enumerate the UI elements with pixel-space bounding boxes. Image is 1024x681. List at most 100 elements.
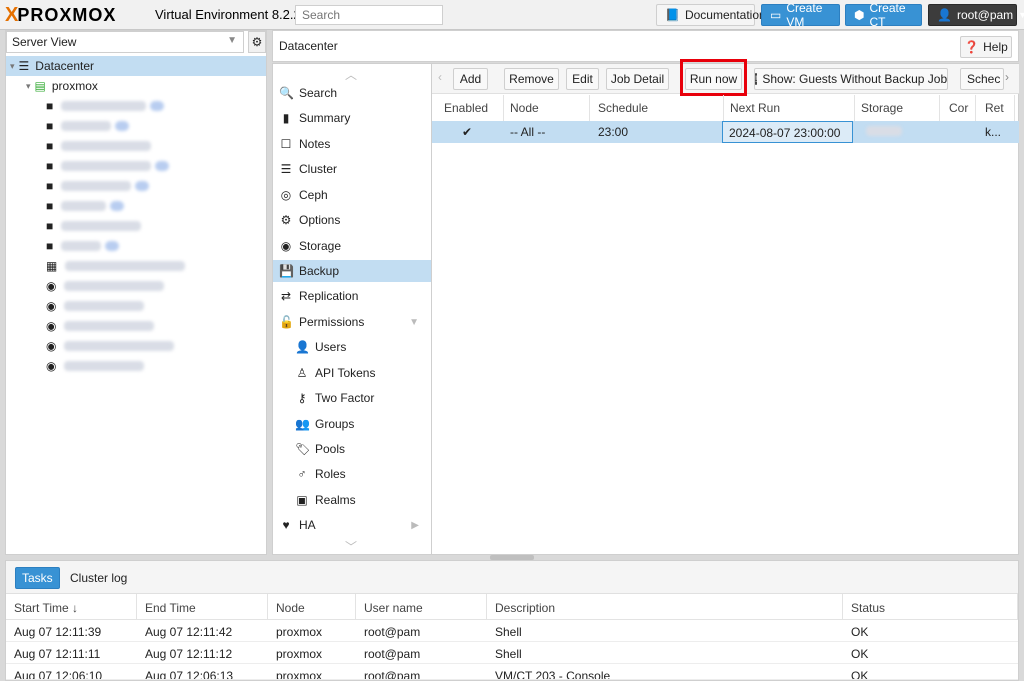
nav-groups[interactable]: 👥 Groups — [273, 413, 431, 435]
heartbeat-icon: ♥ — [282, 518, 290, 532]
nav-cluster[interactable]: ☰ Cluster — [273, 158, 431, 180]
tree-item-vm[interactable]: ■ — [6, 176, 266, 196]
task-row[interactable]: Aug 07 12:11:11 Aug 07 12:11:12 proxmox … — [6, 642, 1018, 664]
show-guests-without-backup-button[interactable]: ! Show: Guests Without Backup Job — [754, 68, 948, 90]
datacenter-nav: ︿ 🔍 Search ▮ Summary ☐ Notes ☰ Cluster ◎ Ceph… — [272, 63, 432, 555]
chevron-up-icon[interactable]: ︿ — [345, 66, 357, 83]
search-input[interactable] — [295, 5, 443, 25]
vm-running-icon: ■ — [46, 179, 54, 193]
help-button[interactable]: ❓ Help — [960, 36, 1012, 58]
vm-running-icon: ■ — [46, 99, 54, 113]
nav-storage[interactable]: ◉ Storage — [273, 235, 431, 257]
tree-item-vm[interactable]: ■ — [6, 216, 266, 236]
nav-api-tokens[interactable]: ♙ API Tokens — [273, 362, 431, 384]
col-start-time[interactable]: Start Time ↓ — [6, 594, 137, 620]
tree-item-vm[interactable]: ■ — [6, 136, 266, 156]
col-schedule[interactable]: Schedule — [592, 95, 724, 121]
tree-item-vm[interactable]: ■ — [6, 196, 266, 216]
vm-running-icon: ■ — [46, 139, 54, 153]
col-next-run[interactable]: Next Run — [724, 95, 855, 121]
remove-button[interactable]: Remove — [504, 68, 559, 90]
tree-item-vm[interactable]: ■ — [6, 236, 266, 256]
database-icon: ◉ — [46, 359, 57, 373]
nav-options[interactable]: ⚙ Options — [273, 209, 431, 231]
tree-item-storage[interactable]: ◉ — [6, 316, 266, 336]
nav-ceph[interactable]: ◎ Ceph — [273, 184, 431, 206]
node-online-icon: ▤ — [34, 79, 46, 93]
cell-next-run: 2024-08-07 23:00:00 — [722, 121, 853, 143]
col-storage[interactable]: Storage — [855, 95, 940, 121]
col-end-time[interactable]: End Time — [137, 594, 268, 620]
collapse-icon: ▾ — [26, 80, 31, 91]
documentation-button[interactable]: 📘 Documentation — [656, 4, 766, 26]
backup-job-row[interactable]: ✔ -- All -- 23:00 2024-08-07 23:00:00 k.… — [432, 121, 1019, 143]
nav-backup[interactable]: 💾 Backup — [273, 260, 431, 282]
exclamation-circle-icon: ! — [754, 73, 758, 85]
floppy-icon: 💾 — [279, 264, 294, 278]
edit-button[interactable]: Edit — [566, 68, 599, 90]
col-retention[interactable]: Ret — [979, 95, 1015, 121]
user-menu-button[interactable]: 👤 root@pam ▼ — [928, 4, 1024, 26]
tree-item-storage[interactable]: ◉ — [6, 356, 266, 376]
vm-running-icon: ■ — [46, 159, 54, 173]
server-view-select[interactable]: Server View ▼ — [6, 31, 244, 53]
tree-item-sdn[interactable]: ▦ — [6, 256, 266, 276]
col-node[interactable]: Node — [268, 594, 356, 620]
task-row[interactable]: Aug 07 12:11:39 Aug 07 12:11:42 proxmox … — [6, 620, 1018, 642]
ceph-icon: ◎ — [280, 188, 292, 202]
chevron-left-icon[interactable]: ‹ — [438, 70, 442, 84]
chevron-down-icon[interactable]: ﹀ — [345, 538, 357, 555]
nav-two-factor[interactable]: ⚷ Two Factor — [273, 387, 431, 409]
chevron-right-icon[interactable]: › — [1005, 70, 1009, 84]
tree-item-storage[interactable]: ◉ — [6, 296, 266, 316]
tree-item-datacenter[interactable]: ▾ ☰ Datacenter — [6, 56, 266, 76]
col-description[interactable]: Description — [487, 594, 843, 620]
col-status[interactable]: Status — [843, 594, 1018, 620]
nav-search[interactable]: 🔍 Search — [273, 82, 431, 104]
col-user-name[interactable]: User name — [356, 594, 487, 620]
search-icon: 🔍 — [279, 86, 294, 100]
nav-users[interactable]: 👤 Users — [273, 336, 431, 358]
tab-cluster-log[interactable]: Cluster log — [64, 567, 133, 589]
tab-tasks[interactable]: Tasks — [15, 567, 60, 589]
nav-realms[interactable]: ▣ Realms — [273, 489, 431, 511]
create-ct-button[interactable]: ⬢ Create CT — [845, 1, 922, 29]
nav-roles[interactable]: ♂ Roles — [273, 463, 431, 485]
vm-running-icon: ■ — [46, 119, 54, 133]
vm-running-icon: ■ — [46, 239, 54, 253]
tree-item-vm[interactable]: ■ — [6, 156, 266, 176]
nav-permissions[interactable]: 🔓 Permissions ▼ — [273, 311, 431, 333]
book-icon: ▮ — [282, 111, 290, 125]
nav-summary[interactable]: ▮ Summary — [273, 107, 431, 129]
nav-notes[interactable]: ☐ Notes — [273, 133, 431, 155]
col-node[interactable]: Node — [504, 95, 590, 121]
nav-ha[interactable]: ♥ HA ▶ — [273, 514, 431, 536]
col-enabled[interactable]: Enabled — [438, 95, 504, 121]
tree-item-node-proxmox[interactable]: ▾ ▤ proxmox — [6, 76, 266, 96]
task-row[interactable]: Aug 07 12:06:10 Aug 07 12:06:13 proxmox … — [6, 664, 1018, 680]
note-icon: ☐ — [280, 137, 292, 151]
resource-tree-panel: Server View ▼ ⚙ ▾ ☰ Datacenter ▾ ▤ proxm… — [5, 30, 267, 555]
tree-item-vm[interactable]: ■ — [6, 116, 266, 136]
nav-replication[interactable]: ⇄ Replication — [273, 285, 431, 307]
top-bar: X PROXMOX Virtual Environment 8.2.2 📘 Do… — [0, 0, 1024, 30]
chevron-down-icon: ▼ — [409, 316, 419, 328]
address-book-icon: ▣ — [296, 493, 308, 507]
add-button[interactable]: Add — [453, 68, 488, 90]
collapse-icon: ▾ — [10, 60, 15, 71]
tree-item-storage[interactable]: ◉ — [6, 276, 266, 296]
create-vm-button[interactable]: ▭ Create VM — [761, 1, 840, 29]
tree-item-storage[interactable]: ◉ — [6, 336, 266, 356]
schedule-simulator-button[interactable]: Schec — [960, 68, 1004, 90]
chevron-right-icon: ▶ — [411, 519, 419, 531]
database-icon: ◉ — [46, 339, 57, 353]
proxmox-logo: X PROXMOX — [5, 3, 117, 26]
user-icon: 👤 — [937, 8, 952, 22]
cube-icon: ⬢ — [854, 8, 865, 22]
nav-pools[interactable]: 🏷 Pools — [273, 438, 431, 460]
job-detail-button[interactable]: Job Detail — [606, 68, 669, 90]
gear-icon[interactable]: ⚙ — [248, 31, 266, 53]
key-icon: ⚷ — [297, 391, 307, 405]
tree-item-vm[interactable]: ■ — [6, 96, 266, 116]
col-compression[interactable]: Cor — [943, 95, 976, 121]
